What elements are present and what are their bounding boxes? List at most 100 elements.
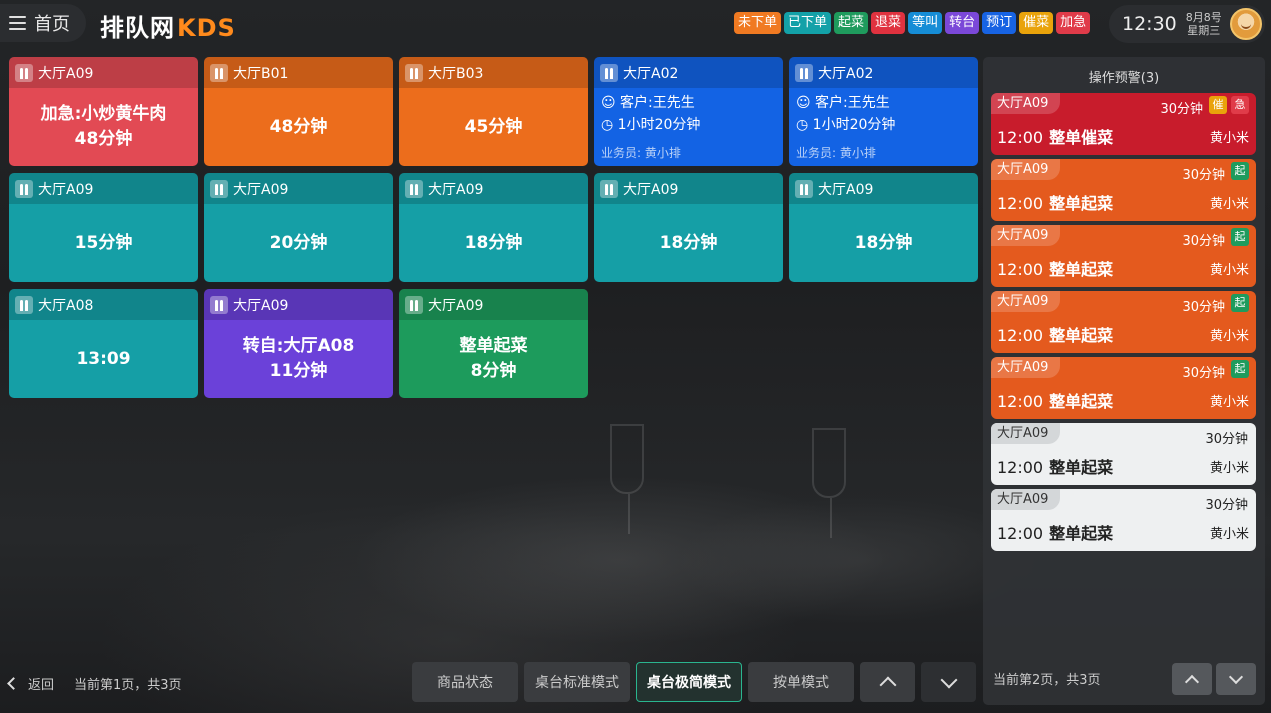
mode-button[interactable]: 桌台标准模式	[524, 662, 630, 702]
alert-user: 黄小米	[1209, 263, 1249, 278]
table-card[interactable]: 大厅A09 18分钟	[789, 173, 978, 282]
table-card[interactable]: 大厅A09 整单起菜 8分钟	[399, 289, 588, 398]
alert-item[interactable]: 大厅A09 30分钟催急 12:00 整单催菜 黄小米	[991, 93, 1256, 155]
table-name: 大厅A09	[233, 181, 289, 198]
chevron-left-icon	[7, 677, 20, 690]
legend-tag: 转台	[945, 12, 980, 34]
legend-tag: 催菜	[1019, 12, 1054, 34]
alert-item[interactable]: 大厅A09 30分钟起 12:00 整单起菜 黄小米	[991, 357, 1256, 419]
table-card[interactable]: 大厅B01 48分钟	[204, 57, 393, 166]
mode-button[interactable]: 按单模式	[748, 662, 854, 702]
table-card[interactable]: 大厅A09 18分钟	[594, 173, 783, 282]
alert-user: 黄小米	[1209, 395, 1249, 410]
table-card[interactable]: 大厅B03 45分钟	[399, 57, 588, 166]
table-card[interactable]: 大厅A09 加急:小炒黄牛肉 48分钟	[9, 57, 198, 166]
card-body: 15分钟	[9, 204, 198, 282]
alert-table-tag: 大厅A09	[991, 159, 1061, 180]
mode-button[interactable]: 桌台极简模式	[636, 662, 742, 702]
alert-item[interactable]: 大厅A09 30分钟 12:00 整单起菜 黄小米	[991, 489, 1256, 551]
alert-item[interactable]: 大厅A09 30分钟 12:00 整单起菜 黄小米	[991, 423, 1256, 485]
alert-item[interactable]: 大厅A09 30分钟起 12:00 整单起菜 黄小米	[991, 291, 1256, 353]
alert-main: 12:00 整单起菜	[997, 388, 1113, 412]
alert-user: 黄小米	[1209, 131, 1249, 146]
alert-action: 整单起菜	[1049, 326, 1114, 345]
panel-page-down-button[interactable]	[1216, 663, 1256, 695]
table-card[interactable]: 大厅A02 ☺ 客户:王先生 ◷ 1小时20分钟 业务员: 黄小排	[594, 57, 783, 166]
card-line: 13:09	[76, 348, 131, 369]
table-icon	[15, 179, 33, 198]
table-name: 大厅A08	[38, 297, 94, 314]
table-card[interactable]: 大厅A09 20分钟	[204, 173, 393, 282]
clock-date: 8月8号 星期三	[1186, 11, 1222, 37]
alert-action: 整单催菜	[1049, 128, 1114, 147]
table-icon	[600, 179, 618, 198]
table-name: 大厅A09	[38, 181, 94, 198]
card-header: 大厅A09	[399, 173, 588, 204]
alert-user: 黄小米	[1209, 329, 1249, 344]
card-body: 转自:大厅A08 11分钟	[204, 320, 393, 398]
alert-table-tag: 大厅A09	[991, 93, 1061, 114]
status-legend: 未下单 已下单 起菜 退菜 等叫 转台 预订 催菜 加急	[734, 12, 1091, 34]
customer-line: ☺ 客户:王先生	[601, 92, 695, 114]
alert-action: 整单起菜	[1049, 392, 1114, 411]
card-line: 20分钟	[269, 232, 328, 253]
alert-action: 整单起菜	[1049, 260, 1114, 279]
alert-main: 12:00 整单催菜	[997, 124, 1113, 148]
alert-elapsed: 30分钟	[1182, 300, 1225, 315]
logo-accent: KDS	[177, 14, 236, 42]
date-text: 8月8号	[1185, 11, 1222, 24]
alert-elapsed: 30分钟	[1182, 168, 1225, 183]
alert-item[interactable]: 大厅A09 30分钟起 12:00 整单起菜 黄小米	[991, 225, 1256, 287]
alert-main: 12:00 整单起菜	[997, 322, 1113, 346]
back-button[interactable]: 返回	[28, 674, 54, 693]
table-card[interactable]: 大厅A08 13:09	[9, 289, 198, 398]
alert-time: 12:00	[997, 458, 1044, 477]
grid-page-down-button[interactable]	[921, 662, 976, 702]
back-nav: 返回 当前第1页，共3页	[7, 674, 182, 693]
clock-icon: ◷	[796, 117, 813, 133]
card-header: 大厅A09	[399, 289, 588, 320]
card-line: 15分钟	[74, 232, 133, 253]
top-bar: 首页 排队网KDS 未下单 已下单 起菜 退菜 等叫 转台 预订 催菜 加急 12:30 8月8…	[0, 0, 1271, 48]
grid-page-up-button[interactable]	[860, 662, 915, 702]
avatar[interactable]	[1230, 8, 1262, 40]
card-line: 11分钟	[269, 361, 328, 381]
card-header: 大厅A02	[594, 57, 783, 88]
clock-widget: 12:30 8月8号 星期三	[1109, 5, 1265, 43]
table-icon	[15, 63, 33, 82]
panel-page-up-button[interactable]	[1172, 663, 1212, 695]
status-badge: 起	[1231, 360, 1249, 378]
table-name: 大厅A02	[623, 65, 679, 82]
mode-button[interactable]: 商品状态	[412, 662, 518, 702]
table-icon	[405, 63, 423, 82]
alert-time: 12:00	[997, 524, 1044, 543]
card-line: 18分钟	[659, 232, 718, 253]
alert-main: 12:00 整单起菜	[997, 454, 1113, 478]
card-header: 大厅A02	[789, 57, 978, 88]
table-icon	[15, 295, 33, 314]
table-icon	[210, 179, 228, 198]
table-name: 大厅A09	[818, 181, 874, 198]
alert-item[interactable]: 大厅A09 30分钟起 12:00 整单起菜 黄小米	[991, 159, 1256, 221]
card-body: 13:09	[9, 320, 198, 398]
glass-stem-decoration	[628, 494, 630, 534]
duration: 1小时20分钟	[812, 117, 896, 133]
card-body: 整单起菜 8分钟	[399, 320, 588, 398]
card-line: 45分钟	[464, 116, 523, 137]
table-icon	[795, 179, 813, 198]
table-card[interactable]: 大厅A09 15分钟	[9, 173, 198, 282]
customer-line: ☺ 客户:王先生	[796, 92, 890, 114]
alert-elapsed: 30分钟	[1205, 432, 1248, 447]
card-header: 大厅A08	[9, 289, 198, 320]
table-card[interactable]: 大厅A02 ☺ 客户:王先生 ◷ 1小时20分钟 业务员: 黄小排	[789, 57, 978, 166]
table-card[interactable]: 大厅A09 18分钟	[399, 173, 588, 282]
home-button[interactable]: 首页	[0, 4, 86, 42]
legend-tag: 未下单	[734, 12, 782, 34]
card-body: 加急:小炒黄牛肉 48分钟	[9, 88, 198, 166]
table-icon	[210, 63, 228, 82]
weekday-text: 星期三	[1187, 24, 1221, 37]
chevron-down-icon	[940, 671, 957, 688]
status-badge: 催	[1209, 96, 1227, 114]
table-name: 大厅A09	[428, 297, 484, 314]
table-card[interactable]: 大厅A09 转自:大厅A08 11分钟	[204, 289, 393, 398]
